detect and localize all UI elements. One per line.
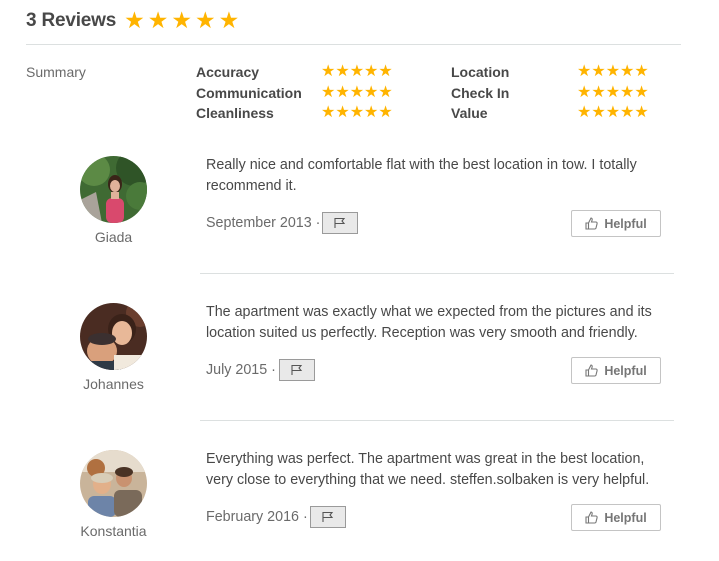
star-icon: ★ [364,63,379,81]
helpful-button[interactable]: Helpful [571,357,661,384]
star-icon: ★ [634,83,649,101]
star-icon: ★ [605,83,621,101]
star-icon: ★ [591,83,606,101]
overall-rating: ★ ★ ★ ★ ★ [124,9,242,33]
star-icon: ★ [378,104,393,122]
summary-row-check-in: Check In [451,83,509,104]
thumbs-up-icon [585,511,598,524]
thumbs-up-icon [585,364,598,377]
summary-right-stars: ★ ★ ★ ★ ★ ★ ★ ★ ★ ★ ★ ★ ★ ★ ★ [577,62,649,124]
star-icon: ★ [321,104,336,122]
flag-icon [334,217,346,228]
summary-row-value: Value [451,103,509,124]
review-text: Really nice and comfortable flat with th… [206,157,637,194]
star-icon: ★ [577,83,592,101]
avatar[interactable] [80,450,147,517]
review-date: February 2016 · [206,509,308,525]
reviewer-name[interactable]: Konstantia [60,523,167,539]
star-icon: ★ [378,63,393,81]
star-icon: ★ [591,104,606,122]
avatar[interactable] [80,156,147,223]
review-date: July 2015 · [206,362,276,378]
star-icon: ★ [605,104,621,122]
category-label: Cleanliness [196,105,274,122]
helpful-label: Helpful [604,216,647,231]
category-label: Communication [196,84,302,101]
star-icon: ★ [620,104,635,122]
star-icon: ★ [335,104,350,122]
category-rating: ★ ★ ★ ★ ★ [321,103,393,124]
summary-left-stars: ★ ★ ★ ★ ★ ★ ★ ★ ★ ★ ★ ★ ★ ★ ★ [321,62,393,124]
category-label: Value [451,105,488,122]
star-icon: ★ [634,63,649,81]
star-icon: ★ [364,104,379,122]
star-icon: ★ [124,7,145,33]
star-icon: ★ [378,83,393,101]
flag-icon [291,364,303,375]
star-icon: ★ [605,63,621,81]
star-icon: ★ [364,83,379,101]
category-rating: ★ ★ ★ ★ ★ [321,62,393,83]
helpful-button[interactable]: Helpful [571,210,661,237]
category-label: Check In [451,84,510,101]
star-icon: ★ [321,63,336,81]
star-icon: ★ [577,104,592,122]
review-divider [200,273,674,274]
star-icon: ★ [147,7,169,33]
helpful-label: Helpful [604,510,647,525]
star-icon: ★ [335,63,350,81]
avatar[interactable] [80,303,147,370]
flag-button[interactable] [279,359,315,381]
reviews-title: 3 Reviews [26,10,117,31]
reviewer-name[interactable]: Johannes [60,376,167,392]
header-divider [26,44,681,45]
summary-row-accuracy: Accuracy [196,62,302,83]
reviews-header: 3 Reviews ★ ★ ★ ★ ★ [26,8,242,34]
summary-left-column: Accuracy Communication Cleanliness [196,62,302,124]
category-label: Location [451,64,510,81]
helpful-label: Helpful [604,363,647,378]
helpful-button[interactable]: Helpful [571,504,661,531]
category-rating: ★ ★ ★ ★ ★ [577,103,649,124]
flag-button[interactable] [310,506,346,528]
category-rating: ★ ★ ★ ★ ★ [577,62,649,83]
reviewer-name[interactable]: Giada [60,229,167,245]
flag-icon [322,511,334,522]
review-divider [200,420,674,421]
star-icon: ★ [321,83,336,101]
summary-row-cleanliness: Cleanliness [196,103,302,124]
review-date: September 2013 · [206,215,321,231]
category-rating: ★ ★ ★ ★ ★ [577,83,649,104]
star-icon: ★ [620,83,635,101]
star-icon: ★ [349,63,365,81]
star-icon: ★ [577,63,592,81]
summary-right-column: Location Check In Value [451,62,509,124]
category-label: Accuracy [196,64,260,81]
star-icon: ★ [218,7,240,33]
review-text: Everything was perfect. The apartment wa… [206,451,650,488]
category-rating: ★ ★ ★ ★ ★ [321,83,393,104]
thumbs-up-icon [585,217,598,230]
star-icon: ★ [620,63,635,81]
star-icon: ★ [194,7,216,33]
star-icon: ★ [335,83,350,101]
review-text: The apartment was exactly what we expect… [206,304,652,341]
star-icon: ★ [634,104,649,122]
star-icon: ★ [349,83,365,101]
flag-button[interactable] [322,212,358,234]
star-icon: ★ [591,63,606,81]
star-icon: ★ [171,7,192,33]
summary-label: Summary [26,64,86,80]
star-icon: ★ [349,104,365,122]
summary-row-communication: Communication [196,83,302,104]
summary-row-location: Location [451,62,509,83]
